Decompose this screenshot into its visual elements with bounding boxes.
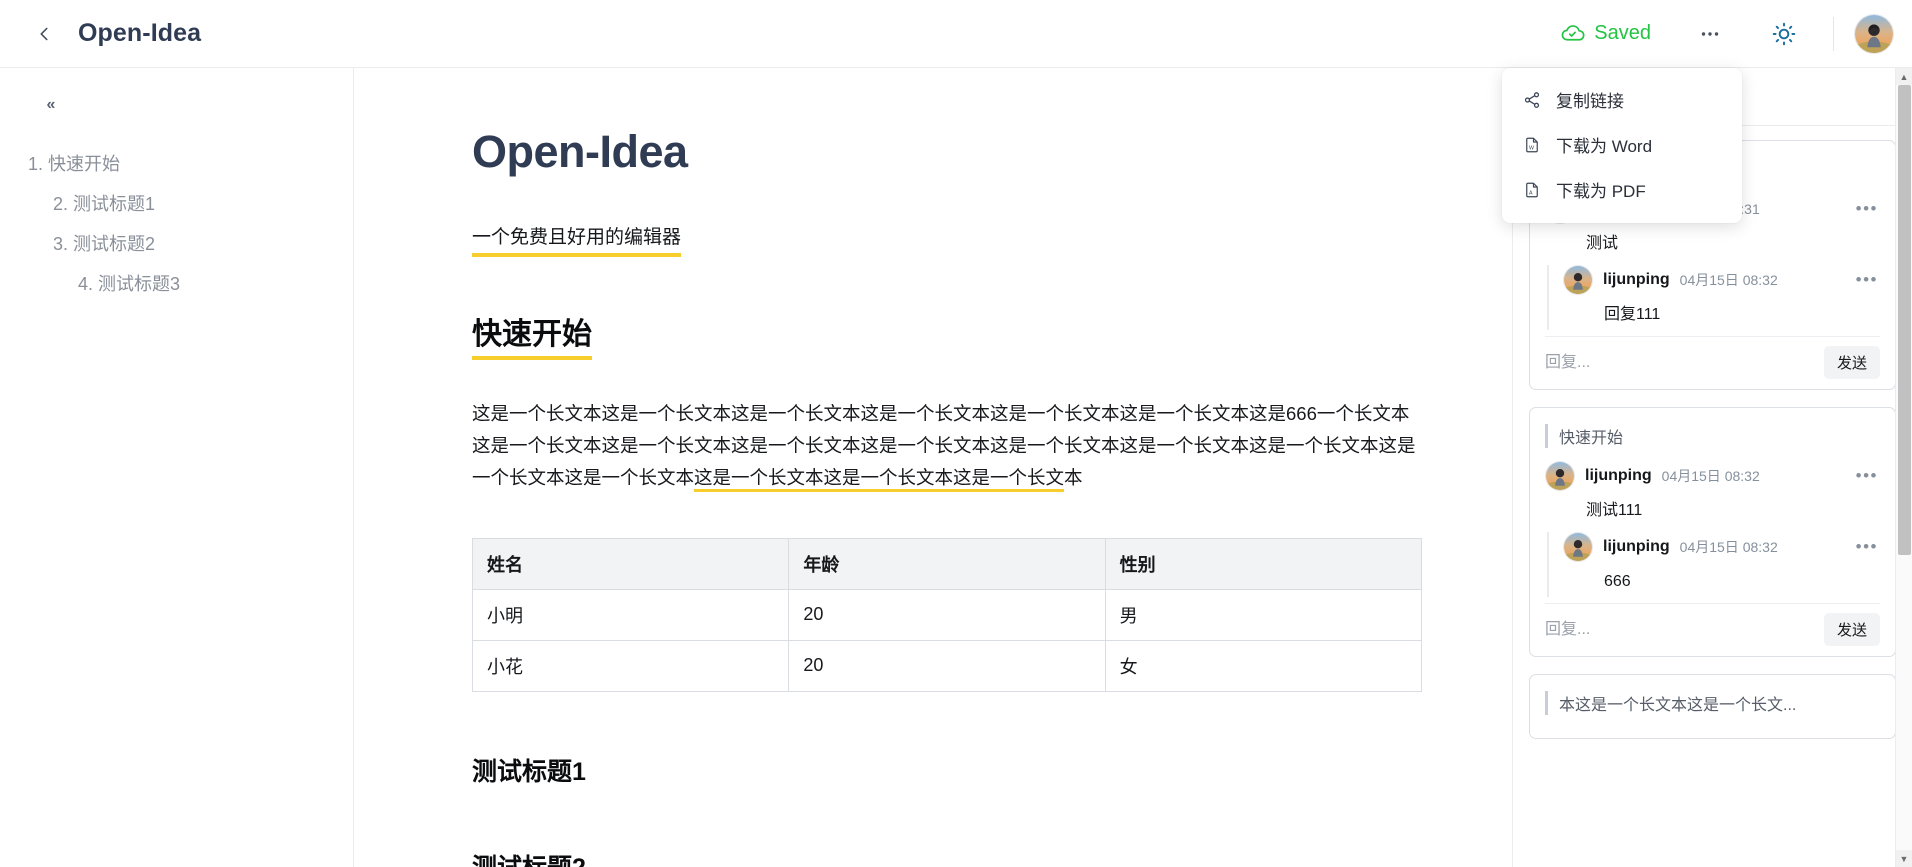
theme-toggle-button[interactable] — [1761, 14, 1807, 54]
table-row[interactable]: 小明 20 男 — [471, 588, 1423, 641]
document-title[interactable]: Open-Idea — [472, 126, 1414, 178]
comment-reply-entry: lijunping 04月15日 08:32 ••• 回复111 — [1547, 265, 1880, 330]
comment-reply-entry: lijunping 04月15日 08:32 ••• 666 — [1547, 532, 1880, 597]
page-title: Open-Idea — [78, 19, 202, 47]
sidebar-item-quickstart[interactable]: 1. 快速开始 — [0, 144, 353, 184]
collapse-sidebar-button[interactable]: « — [34, 90, 68, 120]
send-reply-button[interactable]: 发送 — [1823, 346, 1880, 379]
document-content: Open-Idea 一个免费且好用的编辑器 快速开始 这是一个长文本这是一个长文… — [354, 68, 1423, 867]
comment-meta-row: lijunping 04月15日 08:32 ••• — [1563, 265, 1880, 295]
comment-more-button[interactable]: ••• — [1854, 270, 1880, 290]
avatar[interactable] — [1563, 265, 1593, 295]
table-cell[interactable]: 20 — [788, 588, 1106, 641]
table-cell[interactable]: 小花 — [471, 639, 790, 692]
user-avatar-artwork — [1855, 14, 1893, 53]
top-header-bar: Open-Idea Saved — [0, 0, 1912, 68]
comment-timestamp: 04月15日 08:32 — [1661, 468, 1760, 484]
table-row[interactable]: 小花 20 女 — [471, 639, 1423, 692]
comment-text: 666 — [1604, 573, 1631, 590]
sun-icon — [1772, 22, 1796, 45]
document-editor-area[interactable]: Open-Idea 一个免费且好用的编辑器 快速开始 这是一个长文本这是一个长文… — [354, 68, 1512, 867]
reply-input[interactable] — [1545, 349, 1824, 376]
heading-quickstart[interactable]: 快速开始 — [472, 309, 592, 360]
comment-meta-row: lijunping 04月15日 08:32 ••• — [1563, 532, 1880, 562]
heading-test2[interactable]: 测试标题2 — [472, 848, 1414, 867]
table-header-name: 姓名 — [471, 537, 790, 590]
sidebar-item-test1[interactable]: 2. 测试标题1 — [0, 184, 353, 224]
user-avatar-artwork — [1546, 462, 1574, 490]
comment-quote: 本这是一个长文本这是一个长文... — [1545, 691, 1880, 715]
menu-item-download-word[interactable]: W 下载为 Word — [1502, 122, 1742, 167]
scrollbar-thumb[interactable] — [1898, 85, 1911, 555]
table-cell[interactable]: 男 — [1104, 588, 1423, 641]
comment-author: lijunping — [1585, 467, 1652, 484]
table-cell[interactable]: 女 — [1104, 639, 1423, 692]
sidebar-item-test2[interactable]: 3. 测试标题2 — [0, 224, 353, 264]
table-header-row: 姓名 年龄 性别 — [471, 537, 1423, 590]
ellipsis-icon — [1701, 31, 1719, 36]
comment-more-button[interactable]: ••• — [1854, 466, 1880, 486]
table-of-contents-sidebar: « 1. 快速开始 2. 测试标题1 3. 测试标题2 4. 测试标题3 — [0, 68, 354, 867]
back-button[interactable] — [22, 12, 66, 56]
document-subtitle[interactable]: 一个免费且好用的编辑器 — [472, 226, 682, 257]
menu-item-label: 复制链接 — [1556, 92, 1624, 111]
comment-text: 测试111 — [1586, 502, 1643, 519]
comment-author: lijunping — [1603, 271, 1670, 288]
comment-text: 测试 — [1586, 235, 1619, 252]
scroll-up-arrow[interactable]: ▲ — [1896, 68, 1912, 85]
comment-card[interactable]: 快速开始 lijunping 04月15日 08:32 ••• 测试111 li… — [1529, 407, 1896, 657]
comment-quote: 快速开始 — [1545, 424, 1880, 448]
vertical-scrollbar[interactable]: ▲ ▼ — [1895, 68, 1912, 867]
header-divider — [1833, 16, 1834, 51]
table-header-age: 年龄 — [788, 537, 1106, 590]
menu-item-copy-link[interactable]: 复制链接 — [1502, 77, 1742, 122]
avatar[interactable] — [1854, 13, 1894, 54]
comment-reply-footer: 发送 — [1545, 603, 1880, 646]
sidebar-item-test3[interactable]: 4. 测试标题3 — [0, 264, 353, 304]
pdf-file-icon: A — [1522, 180, 1542, 200]
paragraph-tail-text: 本 — [1064, 466, 1083, 488]
send-reply-button[interactable]: 发送 — [1823, 613, 1880, 646]
chevron-left-icon — [40, 27, 48, 40]
svg-text:A: A — [1529, 190, 1533, 196]
avatar[interactable] — [1545, 461, 1575, 491]
reply-input[interactable] — [1545, 616, 1824, 643]
menu-item-label: 下载为 Word — [1556, 137, 1653, 156]
word-file-icon: W — [1522, 135, 1542, 155]
comment-timestamp: 04月15日 08:32 — [1679, 272, 1778, 288]
body-paragraph[interactable]: 这是一个长文本这是一个长文本这是一个长文本这是一个长文本这是一个长文本这是一个长… — [472, 398, 1422, 494]
comment-author: lijunping — [1603, 538, 1670, 555]
menu-item-label: 下载为 PDF — [1556, 182, 1646, 201]
more-options-button[interactable] — [1687, 14, 1733, 54]
table-header-gender: 性别 — [1104, 537, 1423, 590]
menu-item-download-pdf[interactable]: A 下载为 PDF — [1502, 167, 1742, 212]
comment-timestamp: 04月15日 08:32 — [1679, 539, 1778, 555]
user-avatar-artwork — [1564, 533, 1592, 561]
data-table[interactable]: 姓名 年龄 性别 小明 20 男 小花 20 女 — [471, 537, 1423, 692]
saved-status-badge: Saved — [1550, 15, 1661, 52]
comment-entry: lijunping 04月15日 08:32 ••• 测试111 — [1545, 461, 1880, 526]
comment-more-button[interactable]: ••• — [1854, 199, 1880, 219]
table-cell[interactable]: 20 — [788, 639, 1106, 692]
comment-text: 回复111 — [1604, 306, 1661, 323]
user-avatar-artwork — [1564, 266, 1592, 294]
saved-label: Saved — [1594, 22, 1651, 44]
share-icon — [1522, 90, 1542, 110]
header-actions: Saved — [1550, 13, 1912, 54]
comment-card[interactable]: 本这是一个长文本这是一个长文... — [1529, 674, 1896, 739]
avatar[interactable] — [1563, 532, 1593, 562]
cloud-check-icon — [1561, 25, 1585, 41]
scroll-down-arrow[interactable]: ▼ — [1896, 850, 1912, 867]
heading-test1[interactable]: 测试标题1 — [472, 752, 1414, 788]
comment-reply-footer: 发送 — [1545, 336, 1880, 379]
more-options-dropdown[interactable]: 复制链接 W 下载为 Word A 下载为 PDF — [1502, 68, 1742, 223]
paragraph-highlighted-text: 这是一个长文本这是一个长文本这是一个长文 — [694, 466, 1065, 492]
svg-text:W: W — [1529, 145, 1534, 151]
comment-meta-row: lijunping 04月15日 08:32 ••• — [1545, 461, 1880, 491]
table-cell[interactable]: 小明 — [471, 588, 790, 641]
comment-more-button[interactable]: ••• — [1854, 537, 1880, 557]
